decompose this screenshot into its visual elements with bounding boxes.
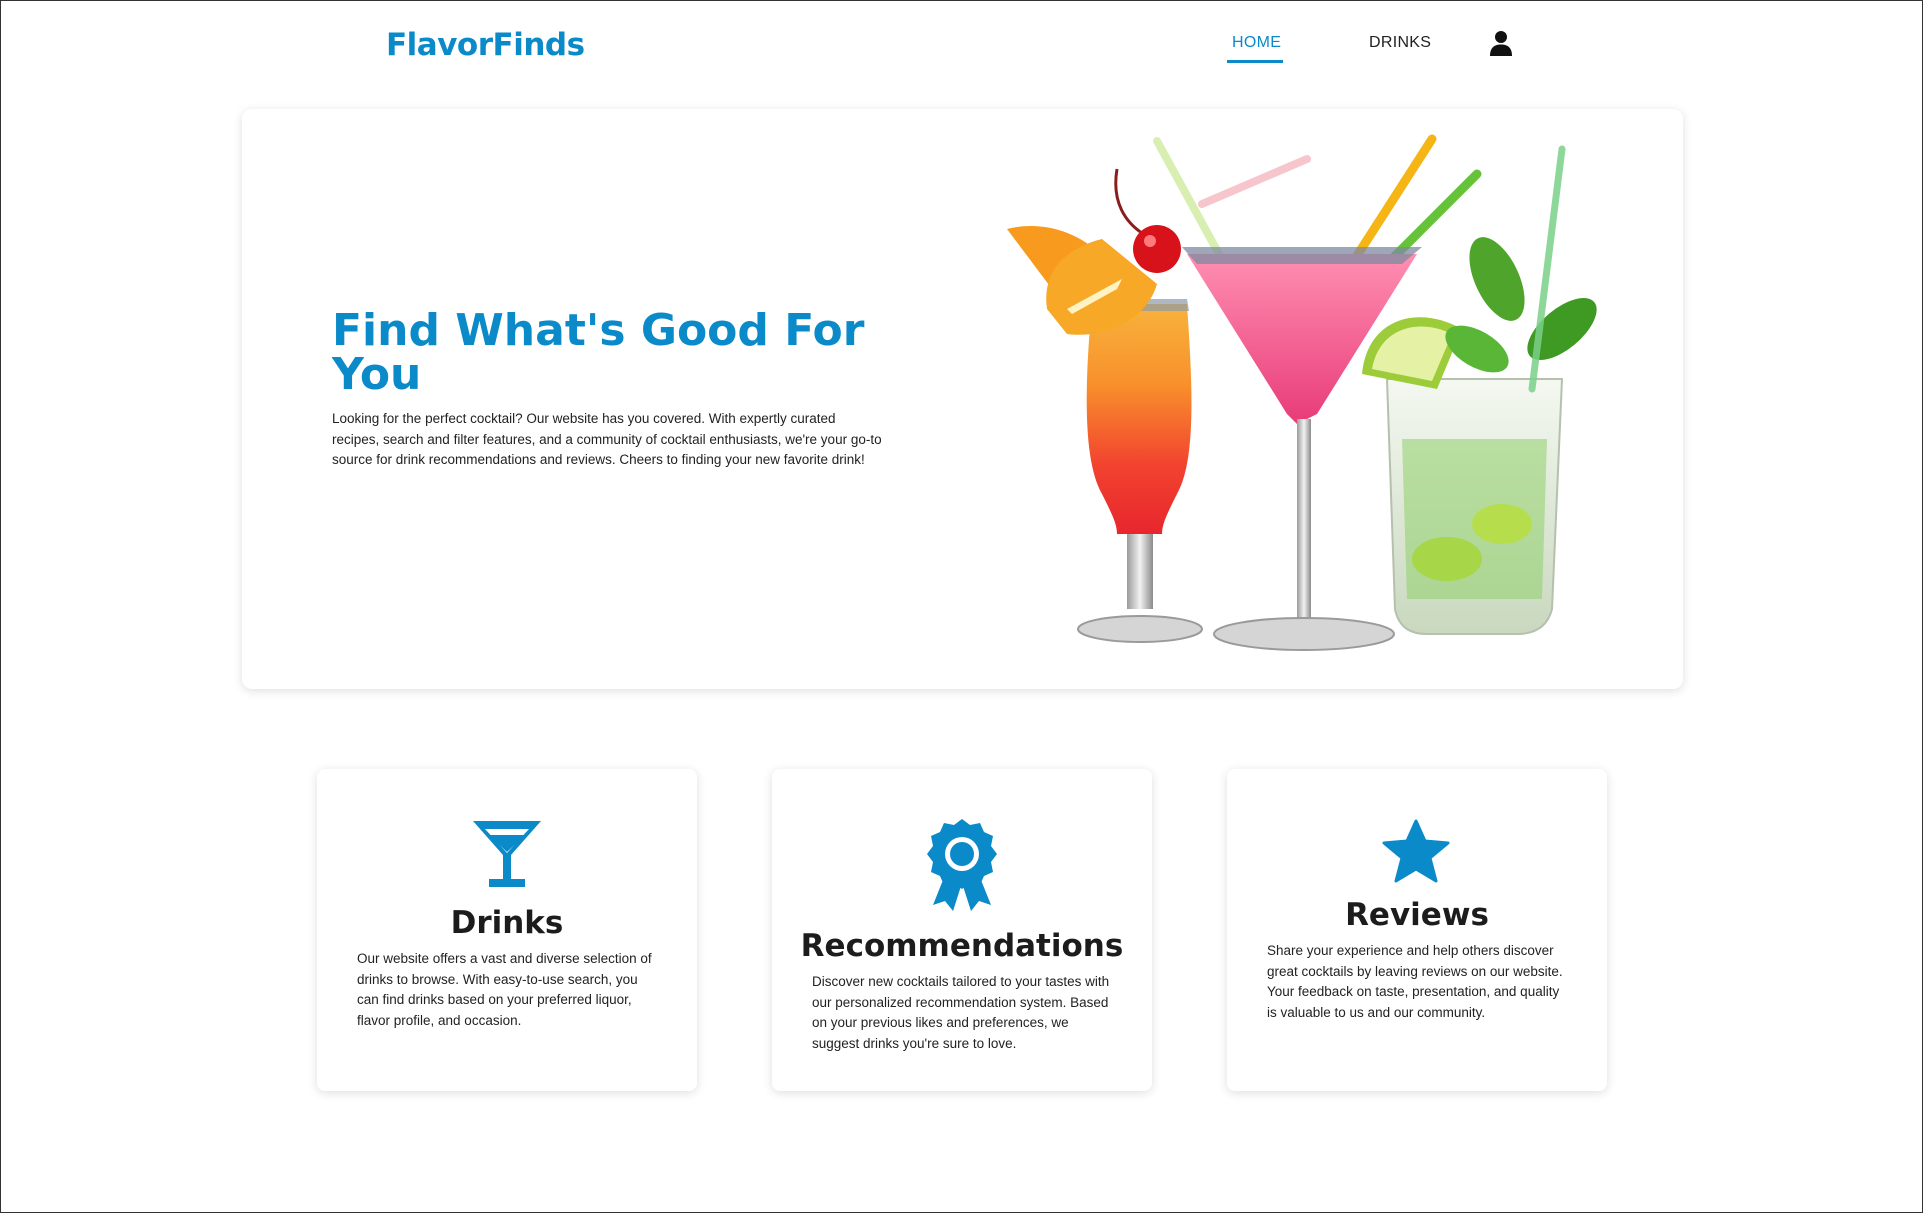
- martini-glass-icon: [471, 819, 543, 894]
- hero-description: Looking for the perfect cocktail? Our we…: [332, 411, 882, 468]
- nav-drinks-link[interactable]: DRINKS: [1369, 34, 1431, 52]
- feature-card-reviews: Reviews Share your experience and help o…: [1227, 769, 1607, 1091]
- award-ribbon-icon: [925, 817, 999, 918]
- feature-text-reviews: Share your experience and help others di…: [1267, 943, 1563, 1020]
- feature-card-recommendations: Recommendations Discover new cocktails t…: [772, 769, 1152, 1091]
- star-icon: [1382, 819, 1450, 888]
- nav-home-link[interactable]: HOME: [1232, 34, 1281, 52]
- feature-text-recommendations: Discover new cocktails tailored to your …: [812, 974, 1110, 1051]
- brand-logo[interactable]: FlavorFinds: [386, 27, 585, 63]
- feature-title-recommendations: Recommendations: [800, 928, 1124, 964]
- hero-title: Find What's Good For You: [332, 305, 865, 400]
- nav-active-indicator: [1227, 60, 1283, 63]
- feature-text-drinks: Our website offers a vast and diverse se…: [357, 951, 652, 1028]
- top-navbar: FlavorFinds HOME DRINKS: [1, 1, 1922, 96]
- cocktails-illustration: [1007, 129, 1657, 674]
- feature-title-drinks: Drinks: [450, 905, 564, 941]
- feature-title-reviews: Reviews: [1345, 897, 1489, 933]
- user-icon[interactable]: [1489, 30, 1513, 56]
- hero-card: Find What's Good For You Looking for the…: [242, 109, 1683, 689]
- feature-card-drinks: Drinks Our website offers a vast and div…: [317, 769, 697, 1091]
